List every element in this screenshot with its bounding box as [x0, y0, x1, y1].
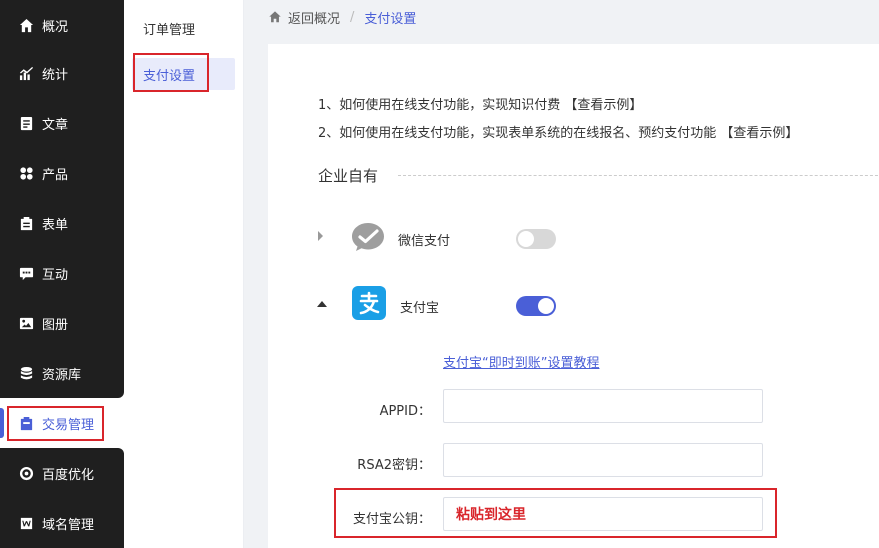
grid-icon [18, 165, 34, 181]
section-divider [398, 175, 879, 176]
appid-label: APPID： [379, 404, 431, 419]
nav-item-gallery[interactable]: 图册 [0, 298, 124, 348]
nav-item-forms[interactable]: 表单 [0, 198, 124, 248]
rsa2-key-label: RSA2密钥： [357, 458, 431, 473]
nav-item-label: 表单 [42, 217, 69, 233]
nav-item-stats[interactable]: 统计 [0, 48, 124, 98]
breadcrumb-back-link[interactable]: 返回概况 [288, 8, 340, 27]
help-line-text: 1、如何使用在线支付功能，实现知识付费 [318, 98, 561, 113]
nav-item-label: 图册 [42, 317, 69, 333]
domain-icon [18, 515, 34, 531]
nav-item-products[interactable]: 产品 [0, 148, 124, 198]
target-icon [18, 465, 34, 481]
chart-icon [18, 65, 34, 81]
nav-item-overview[interactable]: 概况 [0, 0, 124, 50]
highlight-box-trade [7, 406, 104, 441]
alipay-toggle[interactable] [516, 296, 556, 316]
nav-item-label: 资源库 [42, 367, 82, 383]
article-icon [18, 115, 34, 131]
nav-item-label: 概况 [42, 19, 69, 35]
wechat-pay-icon [351, 220, 385, 254]
nav-item-label: 产品 [42, 167, 69, 183]
wechat-pay-toggle[interactable] [516, 229, 556, 249]
collapse-caret-icon[interactable] [317, 301, 327, 307]
database-icon [18, 365, 34, 381]
breadcrumb-separator: / [350, 9, 355, 25]
clipboard-icon [18, 215, 34, 231]
help-line-2: 2、如何使用在线支付功能，实现表单系统的在线报名、预约支付功能 【查看示例】 [318, 122, 798, 141]
highlight-box-payment-settings [133, 53, 209, 92]
nav-item-label: 域名管理 [42, 517, 95, 533]
wechat-pay-label: 微信支付 [398, 234, 451, 249]
expand-caret-icon[interactable] [318, 231, 323, 241]
help-line-1: 1、如何使用在线支付功能，实现知识付费 【查看示例】 [318, 94, 642, 113]
rsa2-key-input[interactable] [443, 443, 763, 477]
alipay-label: 支付宝 [400, 301, 440, 316]
content-panel: 1、如何使用在线支付功能，实现知识付费 【查看示例】 2、如何使用在线支付功能，… [268, 44, 879, 548]
nav-item-label: 百度优化 [42, 467, 95, 483]
breadcrumb: 返回概况 / 支付设置 [268, 0, 416, 34]
alipay-icon [352, 286, 386, 320]
main-nav: 概况 统计 文章 产品 表单 互动 图册 资源库 交易管理 百度优化 域名管理 [0, 0, 124, 548]
nav-item-label: 文章 [42, 117, 69, 133]
home-icon [18, 17, 34, 33]
toggle-knob [538, 298, 554, 314]
chat-icon [18, 265, 34, 281]
nav-item-resources[interactable]: 资源库 [0, 348, 124, 398]
home-icon[interactable] [268, 10, 288, 24]
nav-item-seo[interactable]: 百度优化 [0, 448, 124, 498]
alipay-tutorial-link[interactable]: 支付宝“即时到账”设置教程 [443, 352, 599, 371]
sub-nav-item-label: 订单管理 [143, 22, 196, 38]
breadcrumb-current: 支付设置 [364, 11, 417, 27]
nav-item-domain[interactable]: 域名管理 [0, 498, 124, 548]
nav-item-label: 统计 [42, 67, 69, 83]
nav-item-label: 互动 [42, 267, 69, 283]
help-line-text: 2、如何使用在线支付功能，实现表单系统的在线报名、预约支付功能 [318, 126, 717, 141]
nav-item-interaction[interactable]: 互动 [0, 248, 124, 298]
view-example-link[interactable]: 【查看示例】 [564, 98, 642, 113]
toggle-knob [518, 231, 534, 247]
view-example-link[interactable]: 【查看示例】 [720, 126, 798, 141]
sub-nav-item-orders[interactable]: 订单管理 [132, 12, 235, 44]
image-icon [18, 315, 34, 331]
section-title: 企业自有 [318, 167, 379, 185]
highlight-box-public-key [334, 488, 777, 538]
nav-item-articles[interactable]: 文章 [0, 98, 124, 148]
appid-input[interactable] [443, 389, 763, 423]
